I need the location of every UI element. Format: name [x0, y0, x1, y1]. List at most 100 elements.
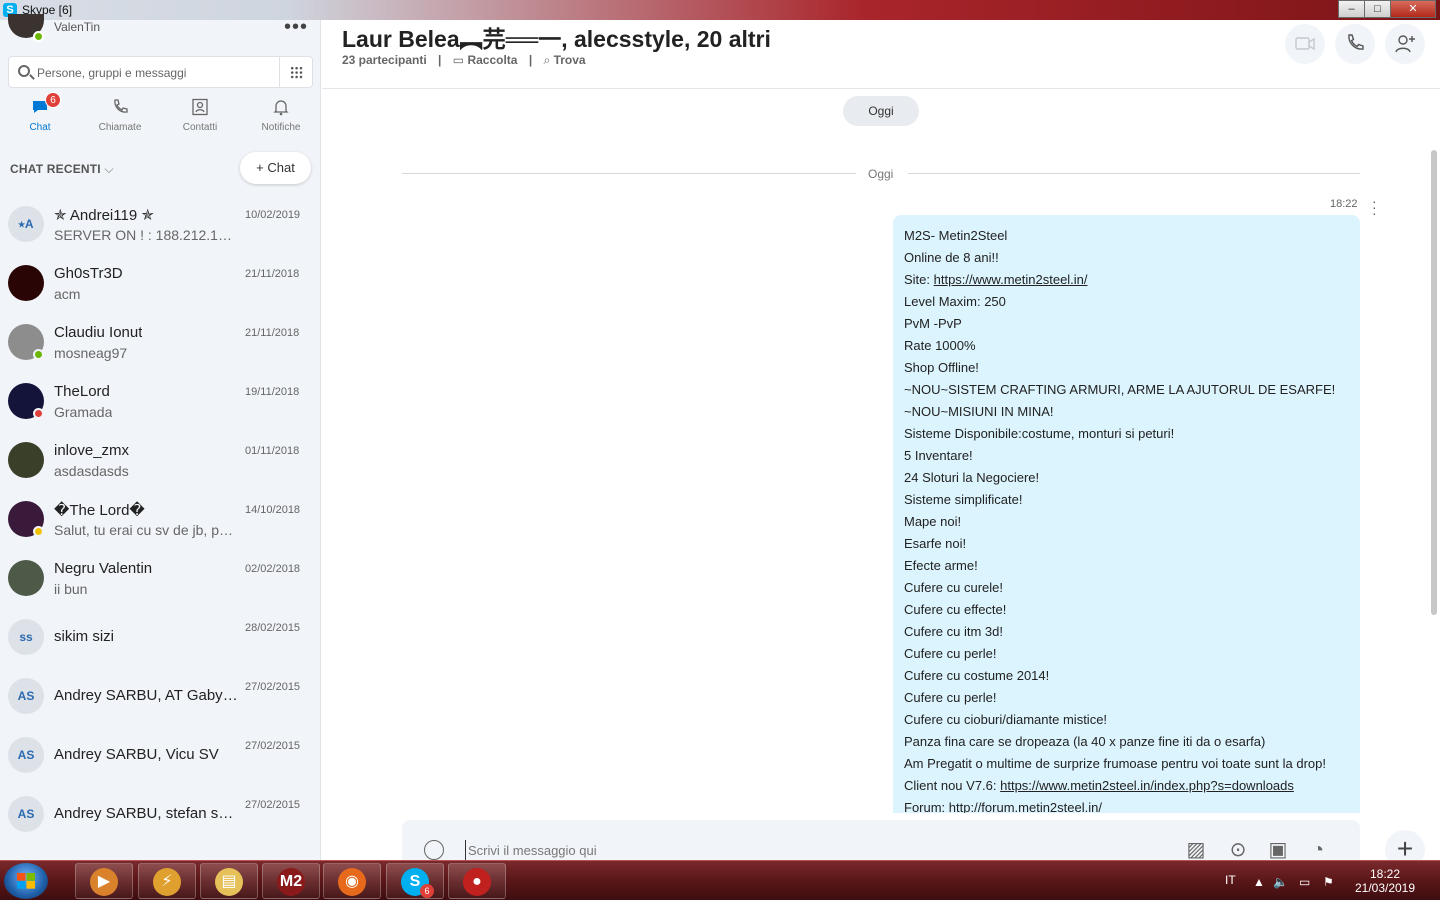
language-indicator[interactable]: IT: [1225, 873, 1236, 887]
avatar: [8, 265, 44, 301]
taskbar-recorder-button[interactable]: ●: [448, 863, 506, 899]
location-icon[interactable]: ⊙: [1226, 840, 1250, 860]
taskbar-explorer-button[interactable]: ▤: [200, 863, 258, 899]
chat-preview: ii bun: [54, 581, 88, 597]
message-link[interactable]: https://www.metin2steel.in/: [934, 272, 1088, 287]
message-bubble[interactable]: M2S- Metin2Steel Online de 8 ani!! Site: h…: [893, 215, 1360, 813]
message-line: Am Pregatit o multime de surprize frumoa…: [904, 756, 1326, 771]
dialpad-button[interactable]: [280, 56, 313, 88]
search-input[interactable]: [37, 63, 267, 83]
more-options-icon[interactable]: •••: [284, 16, 308, 39]
message-input[interactable]: [465, 840, 1165, 860]
clock-time: 18:22: [1369, 867, 1401, 881]
taskbar-winamp-button[interactable]: ⚡: [138, 863, 196, 899]
action-center-icon[interactable]: ⚑: [1323, 875, 1334, 889]
participants-link[interactable]: 23 partecipanti: [342, 53, 427, 67]
chat-name: sikim sizi: [54, 628, 114, 645]
recent-chats-label[interactable]: CHAT RECENTI ⌵: [10, 162, 114, 177]
maximize-button[interactable]: □: [1364, 0, 1391, 18]
header-divider: [322, 88, 1440, 89]
chat-date: 27/02/2015: [245, 799, 301, 811]
message-line: Shop Offline!: [904, 360, 979, 375]
new-chat-button[interactable]: + Chat: [240, 152, 311, 184]
media-gallery-icon[interactable]: ▨: [1184, 840, 1208, 860]
video-call-button[interactable]: [1285, 24, 1325, 64]
tab-calls[interactable]: Chiamate: [80, 98, 160, 133]
network-icon[interactable]: ▭: [1299, 875, 1310, 889]
chat-list-item[interactable]: AS Andrey SARBU, Vicu SV 27/02/2015: [0, 726, 321, 785]
start-button[interactable]: [4, 863, 48, 899]
scrollbar[interactable]: [1431, 150, 1437, 615]
add-participant-button[interactable]: [1385, 24, 1425, 64]
firefox-icon: ◉: [338, 868, 366, 896]
minimize-button[interactable]: –: [1338, 0, 1365, 18]
chat-name: Andrey SARBU, stefan scoarta: [54, 805, 239, 822]
chat-list-item[interactable]: Claudiu Ionut mosneag97 21/11/2018: [0, 313, 321, 372]
chat-list-item[interactable]: inlove_zmx asdasdasds 01/11/2018: [0, 431, 321, 490]
chat-date: 19/11/2018: [245, 386, 300, 398]
audio-call-button[interactable]: [1335, 24, 1375, 64]
message-line: Cufere cu costume 2014!: [904, 668, 1050, 683]
window-titlebar: S Skype [6] – □ ✕: [0, 0, 1440, 20]
taskbar-skype-button[interactable]: S6: [386, 863, 444, 899]
message-line: Online de 8 ani!!: [904, 250, 999, 265]
close-button[interactable]: ✕: [1390, 0, 1436, 18]
chat-date: 21/11/2018: [245, 268, 300, 280]
chat-list-item[interactable]: Negru Valentin ii bun 02/02/2018: [0, 549, 321, 608]
day-divider-label: Oggi: [868, 167, 894, 181]
tab-chat[interactable]: 6 Chat: [0, 92, 80, 133]
gallery-link[interactable]: Raccolta: [467, 53, 517, 67]
message-composer: ▨ ⊙ ▣ ◔: [402, 820, 1360, 860]
chat-name: Andrey SARBU, Vicu SV: [54, 746, 219, 763]
search-icon: [18, 65, 30, 77]
sidebar: ValenTin ••• 6 Chat Chiamate Contatti: [0, 14, 321, 860]
windows-logo-icon: [17, 873, 35, 889]
message-timestamp: 18:22: [1330, 198, 1358, 210]
message-line: 24 Sloturi la Negociere!: [904, 470, 1040, 485]
chat-list-item[interactable]: �The Lord� Salut, tu erai cu sv de jb, pa…: [0, 490, 321, 549]
chat-name: Negru Valentin: [54, 560, 153, 577]
clock[interactable]: 18:22 21/03/2019: [1350, 867, 1420, 895]
contact-card-icon[interactable]: ▣: [1266, 840, 1290, 860]
find-link[interactable]: Trova: [554, 53, 586, 67]
taskbar-media-player-button[interactable]: ▶: [75, 863, 133, 899]
taskbar-metin2-button[interactable]: M2: [262, 863, 320, 899]
message-line: ~NOU~SISTEM CRAFTING ARMURI, ARME LA AJU…: [904, 382, 1336, 397]
tab-notifications[interactable]: Notifiche: [241, 98, 321, 133]
conversation-title[interactable]: Laur Belea︻芫══一, alecsstyle, 20 altri: [342, 20, 771, 54]
tray-expand-icon[interactable]: ▲: [1253, 875, 1265, 889]
divider-line: [402, 173, 856, 174]
media-player-icon: ▶: [90, 868, 118, 896]
chat-list-item[interactable]: Gh0sTr3D acm 21/11/2018: [0, 254, 321, 313]
chat-preview: Salut, tu erai cu sv de jb, pana la urma: [54, 522, 239, 538]
chat-list-item[interactable]: AS Andrey SARBU, AT GabyRO, Vicu SV 27/02/…: [0, 667, 321, 726]
tab-contacts[interactable]: Contatti: [160, 98, 240, 133]
chat-list-item[interactable]: TheLord Gramada 19/11/2018: [0, 372, 321, 431]
chat-list-item[interactable]: AS Andrey SARBU, stefan scoarta 27/02/2015: [0, 785, 321, 844]
poll-icon[interactable]: ◔: [1306, 840, 1330, 860]
chat-date: 21/11/2018: [245, 327, 300, 339]
chat-list-item[interactable]: ⭑A ✯ Andrei119 ✯ SERVER ON ! : 188.212.100…: [0, 195, 321, 254]
emoji-icon[interactable]: [424, 840, 444, 860]
chat-unread-badge: 6: [45, 92, 61, 108]
message-link[interactable]: https://www.metin2steel.in/index.php?s=d…: [1000, 778, 1294, 793]
message-line: 5 Inventare!: [904, 448, 973, 463]
conversation-subtitle: 23 partecipanti | ▭ Raccolta | ⌕ Trova: [342, 53, 586, 68]
skype-unread-badge: 6: [420, 884, 434, 898]
online-status-icon: [33, 31, 44, 42]
chat-name: �The Lord�: [54, 502, 145, 519]
avatar: [8, 442, 44, 478]
chat-list-item[interactable]: ss sikim sizi 28/02/2015: [0, 608, 321, 667]
profile-name: ValenTin: [54, 20, 101, 34]
taskbar-firefox-button[interactable]: ◉: [323, 863, 381, 899]
chat-name: Gh0sTr3D: [54, 265, 123, 282]
bell-icon: [272, 98, 290, 116]
chat-preview: mosneag97: [54, 345, 128, 361]
volume-icon[interactable]: 🔈: [1273, 875, 1288, 889]
message-more-icon[interactable]: · · ·: [1372, 194, 1377, 220]
tab-contacts-label: Contatti: [182, 122, 218, 133]
message-line: M2S- Metin2Steel: [904, 228, 1008, 243]
presence-status-icon: [33, 349, 44, 360]
explorer-icon: ▤: [215, 868, 243, 896]
search-box[interactable]: [8, 56, 280, 88]
